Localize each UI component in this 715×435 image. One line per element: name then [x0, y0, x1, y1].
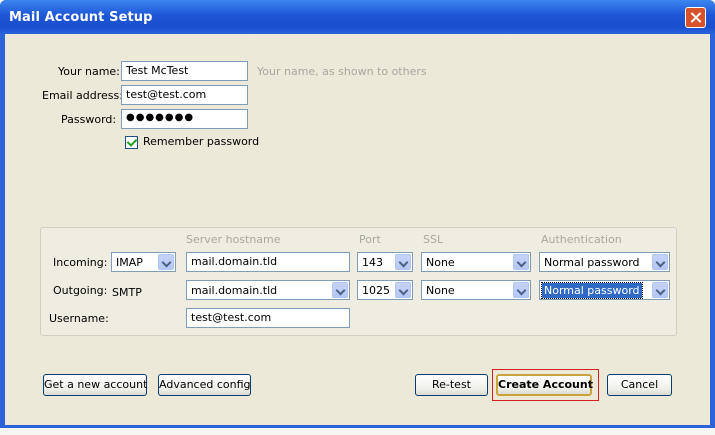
chevron-down-icon[interactable]: [395, 282, 411, 298]
window-title: Mail Account Setup: [9, 10, 153, 25]
retest-button[interactable]: Re-test: [415, 374, 488, 396]
dialog-body: Your name: Test McTest Your name, as sho…: [5, 34, 710, 425]
outgoing-ssl-select[interactable]: None: [421, 280, 531, 300]
ssl-header: SSL: [423, 233, 444, 246]
outgoing-auth-select[interactable]: Normal password: [539, 280, 670, 300]
incoming-port-select[interactable]: 143: [357, 252, 413, 272]
remember-password-checkbox[interactable]: [125, 136, 138, 149]
incoming-hostname-field[interactable]: mail.domain.tld: [186, 252, 350, 272]
highlight-box: [492, 369, 599, 401]
incoming-ssl-select[interactable]: None: [421, 252, 531, 272]
chevron-down-icon[interactable]: [513, 282, 529, 298]
incoming-ssl-value: None: [426, 256, 455, 269]
chevron-down-icon[interactable]: [652, 282, 668, 298]
auth-header: Authentication: [541, 233, 622, 246]
advanced-config-button[interactable]: Advanced config: [158, 374, 251, 396]
title-bar[interactable]: Mail Account Setup: [0, 0, 715, 34]
name-hint: Your name, as shown to others: [257, 65, 427, 78]
close-icon[interactable]: [685, 7, 706, 28]
name-label: Your name:: [58, 65, 120, 78]
username-field[interactable]: test@test.com: [186, 308, 350, 328]
outgoing-port-value: 1025: [362, 284, 390, 297]
outgoing-hostname-select[interactable]: mail.domain.tld: [186, 280, 350, 300]
incoming-label: Incoming:: [53, 256, 108, 269]
chevron-down-icon[interactable]: [395, 254, 411, 270]
name-field[interactable]: Test McTest: [121, 61, 248, 81]
incoming-protocol-select[interactable]: IMAP: [111, 252, 176, 272]
get-new-account-button[interactable]: Get a new account: [43, 374, 147, 396]
cancel-button[interactable]: Cancel: [607, 374, 672, 396]
remember-password-label[interactable]: Remember password: [143, 135, 259, 148]
chevron-down-icon[interactable]: [332, 282, 348, 298]
server-settings-group: Server hostname Port SSL Authentication …: [40, 227, 677, 336]
outgoing-port-select[interactable]: 1025: [357, 280, 413, 300]
incoming-auth-value: Normal password: [544, 256, 640, 269]
outgoing-hostname-value: mail.domain.tld: [191, 284, 278, 297]
incoming-auth-select[interactable]: Normal password: [539, 252, 670, 272]
outgoing-protocol: SMTP: [112, 286, 142, 299]
outgoing-label: Outgoing:: [53, 284, 108, 297]
password-field[interactable]: ●●●●●●●: [121, 109, 248, 129]
email-label: Email address:: [42, 89, 123, 102]
username-label: Username:: [49, 312, 109, 325]
port-header: Port: [359, 233, 381, 246]
outgoing-ssl-value: None: [426, 284, 455, 297]
chevron-down-icon[interactable]: [513, 254, 529, 270]
outgoing-auth-value: Normal password: [541, 282, 643, 299]
chevron-down-icon[interactable]: [158, 254, 174, 270]
email-field[interactable]: test@test.com: [121, 85, 248, 105]
password-label: Password:: [61, 113, 117, 126]
chevron-down-icon[interactable]: [652, 254, 668, 270]
hostname-header: Server hostname: [186, 233, 281, 246]
mail-account-setup-dialog: Mail Account Setup Your name: Test McTes…: [0, 0, 715, 428]
incoming-protocol-value: IMAP: [116, 256, 143, 269]
incoming-port-value: 143: [362, 256, 383, 269]
